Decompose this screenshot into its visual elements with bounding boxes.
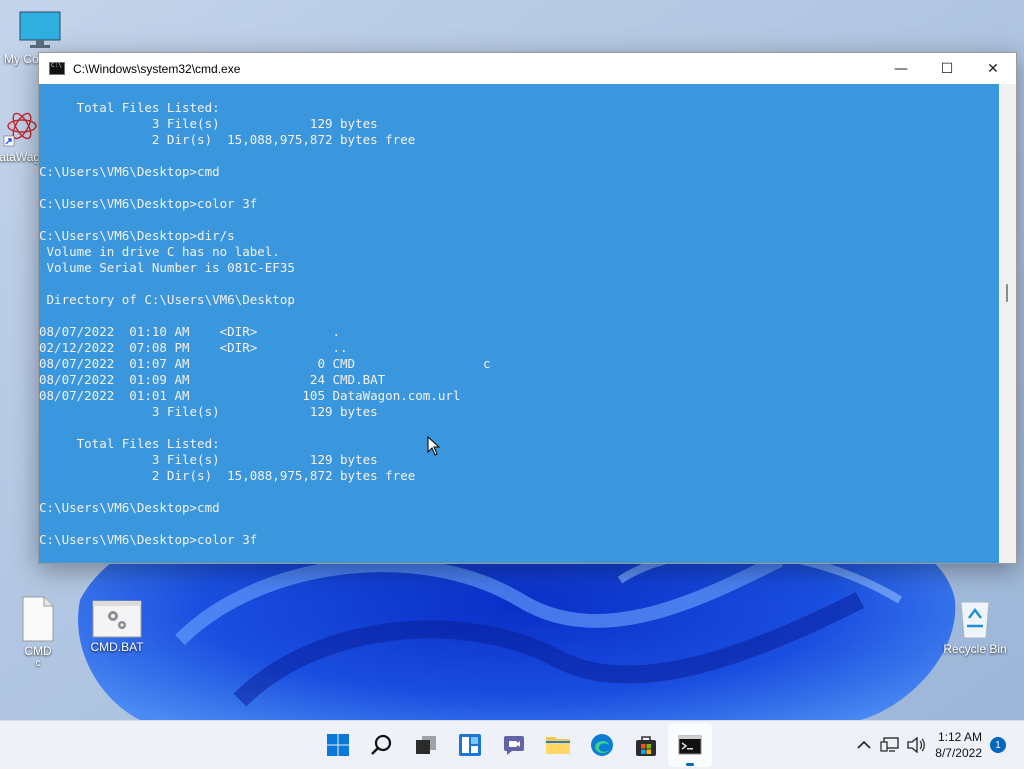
cmd-bat-desktop-icon[interactable]: CMD.BAT bbox=[77, 600, 157, 654]
widgets-button[interactable] bbox=[448, 723, 492, 767]
task-view-icon bbox=[416, 736, 436, 754]
speaker-icon bbox=[907, 736, 926, 754]
file-explorer-button[interactable] bbox=[536, 723, 580, 767]
batch-file-gear-icon bbox=[92, 600, 142, 638]
search-icon bbox=[371, 734, 392, 755]
terminal-icon bbox=[678, 735, 702, 755]
clock[interactable]: 1:12 AM 8/7/2022 bbox=[935, 729, 982, 761]
start-button[interactable] bbox=[316, 723, 360, 767]
cmd-app-icon bbox=[49, 62, 65, 75]
show-hidden-icons-button[interactable] bbox=[851, 730, 877, 760]
chat-icon bbox=[504, 736, 524, 755]
recycle-bin-icon bbox=[960, 601, 990, 639]
file-explorer-icon bbox=[546, 737, 570, 754]
console-text: Total Files Listed: 3 File(s) 129 bytes … bbox=[39, 100, 491, 547]
minimize-button[interactable]: — bbox=[878, 53, 924, 84]
widgets-icon bbox=[459, 734, 481, 756]
monitor-icon bbox=[19, 11, 61, 48]
window-title: C:\Windows\system32\cmd.exe bbox=[73, 61, 241, 76]
network-button[interactable] bbox=[877, 730, 903, 760]
notification-badge[interactable]: 1 bbox=[990, 737, 1006, 753]
system-tray: 1:12 AM 8/7/2022 1 bbox=[851, 721, 1024, 769]
start-icon bbox=[327, 734, 349, 756]
recycle-bin-label: Recycle Bin bbox=[943, 642, 1007, 656]
blank-file-icon bbox=[22, 596, 54, 642]
cmd-bat-label: CMD.BAT bbox=[90, 640, 144, 654]
chevron-up-icon bbox=[857, 740, 871, 749]
network-icon bbox=[880, 737, 899, 752]
window-titlebar[interactable]: C:\Windows\system32\cmd.exe — ☐ ✕ bbox=[39, 53, 1016, 84]
chat-button[interactable] bbox=[492, 723, 536, 767]
cmd-file-label: CMD bbox=[24, 644, 52, 658]
close-button[interactable]: ✕ bbox=[970, 53, 1016, 84]
cmd-window[interactable]: C:\Windows\system32\cmd.exe — ☐ ✕ Total … bbox=[38, 52, 1017, 564]
recycle-bin-desktop-icon[interactable]: Recycle Bin bbox=[935, 596, 1015, 656]
edge-icon bbox=[591, 734, 613, 756]
command-prompt-taskbar-button[interactable] bbox=[668, 723, 712, 767]
maximize-button[interactable]: ☐ bbox=[924, 53, 970, 84]
search-button[interactable] bbox=[360, 723, 404, 767]
scrollbar-thumb[interactable] bbox=[1006, 284, 1008, 302]
edge-button[interactable] bbox=[580, 723, 624, 767]
clock-time: 1:12 AM bbox=[937, 730, 982, 744]
vertical-scrollbar[interactable] bbox=[999, 84, 1016, 563]
volume-button[interactable] bbox=[903, 730, 929, 760]
datawagon-shortcut-icon bbox=[3, 112, 37, 147]
store-icon bbox=[636, 736, 656, 756]
console-output-area[interactable]: Total Files Listed: 3 File(s) 129 bytes … bbox=[39, 84, 999, 563]
task-view-button[interactable] bbox=[404, 723, 448, 767]
store-button[interactable] bbox=[624, 723, 668, 767]
cmd-file-desktop-icon[interactable]: CMD c bbox=[0, 596, 78, 669]
mouse-pointer-icon bbox=[427, 436, 441, 456]
cmd-file-sublabel: c bbox=[35, 658, 41, 669]
clock-date: 8/7/2022 bbox=[935, 746, 982, 760]
taskbar: 1:12 AM 8/7/2022 1 bbox=[0, 720, 1024, 769]
